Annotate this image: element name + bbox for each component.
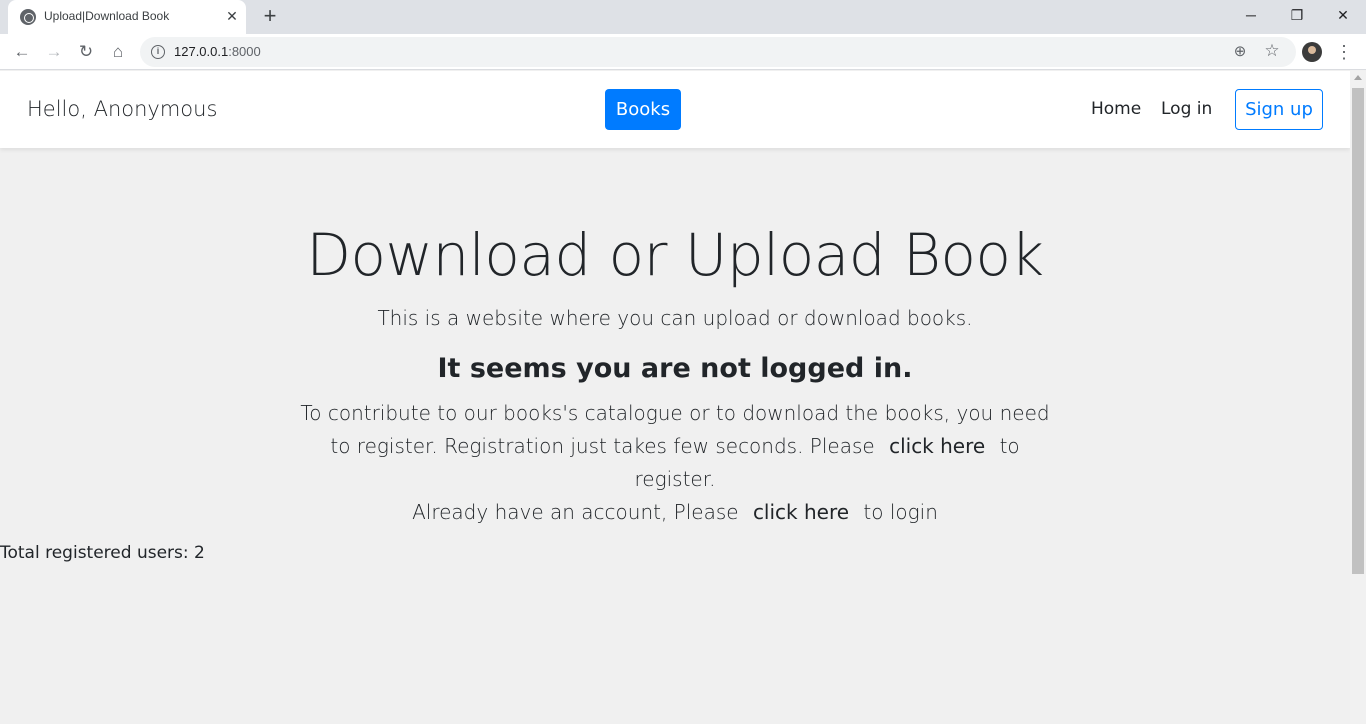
scroll-thumb[interactable] [1352,88,1364,574]
scroll-up-arrow-icon[interactable] [1354,75,1362,80]
tab-title: Upload|Download Book [44,9,170,23]
page-viewport: Hello, Anonymous Books Home Log in Sign … [0,71,1350,724]
books-button[interactable]: Books [605,89,681,130]
info-icon[interactable]: i [151,45,165,59]
browser-tab[interactable]: Upload|Download Book ✕ [8,0,246,34]
address-bar[interactable]: i 127.0.0.1:8000 ⊕ ☆ [140,37,1296,67]
page-title: Download or Upload Book [306,221,1044,289]
url-port: :8000 [228,44,261,59]
navbar-brand[interactable]: Hello, Anonymous [27,97,217,121]
profile-avatar-icon[interactable] [1302,42,1322,62]
login-link[interactable]: Log in [1161,99,1212,119]
site-navbar: Hello, Anonymous Books Home Log in Sign … [0,71,1350,148]
zoom-icon[interactable]: ⊕ [1230,42,1250,62]
globe-icon [20,9,36,25]
home-link[interactable]: Home [1091,99,1141,119]
signup-button[interactable]: Sign up [1235,89,1323,130]
restore-icon[interactable]: ❐ [1274,0,1320,30]
url-host: 127.0.0.1 [174,44,229,59]
register-link[interactable]: click here [881,434,993,458]
new-tab-icon[interactable]: + [258,5,282,29]
forward-icon[interactable]: → [42,40,66,64]
back-icon[interactable]: ← [10,40,34,64]
bookmark-star-icon[interactable]: ☆ [1262,41,1282,61]
login-here-link[interactable]: click here [745,500,857,524]
login-notice: It seems you are not logged in. [437,353,913,384]
more-menu-icon[interactable]: ⋮ [1334,40,1354,64]
home-icon[interactable]: ⌂ [106,40,130,64]
reload-icon[interactable]: ↻ [74,40,98,64]
window-close-icon[interactable]: ✕ [1320,0,1366,30]
total-users-text: Total registered users: 2 [0,543,205,563]
minimize-icon[interactable]: ─ [1228,0,1274,30]
para-text-3: Already have an account, Please [412,500,739,524]
browser-tab-bar: Upload|Download Book ✕ + ─ ❐ ✕ [0,0,1366,34]
page-scrollbar[interactable] [1350,71,1366,724]
browser-toolbar: ← → ↻ ⌂ i 127.0.0.1:8000 ⊕ ☆ ⋮ [0,34,1366,70]
page-subtitle: This is a website where you can upload o… [377,306,973,330]
url-text[interactable]: 127.0.0.1:8000 [174,44,261,59]
close-tab-icon[interactable]: ✕ [223,7,241,25]
para-text-4: to login [863,500,938,524]
intro-paragraph: To contribute to our books's catalogue o… [300,397,1050,529]
